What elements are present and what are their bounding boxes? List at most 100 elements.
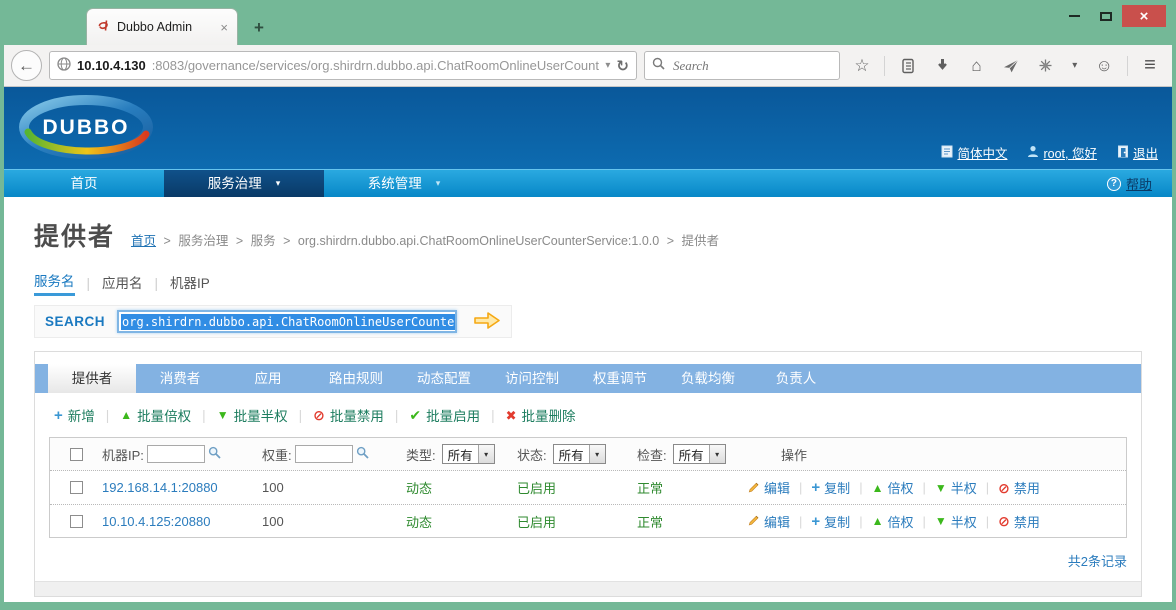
select-all-checkbox[interactable] (70, 448, 83, 461)
breadcrumb: 首页 > 服务治理 > 服务 > org.shirdrn.dubbo.api.C… (131, 230, 719, 249)
panel-tabs: 提供者 消费者 应用 路由规则 动态配置 访问控制 权重调节 负载均衡 负责人 (35, 364, 1141, 393)
batch-double-weight-button[interactable]: ▲批量倍权 (120, 405, 191, 425)
browser-search-box[interactable] (644, 51, 840, 80)
caret-down-icon: ▾ (436, 170, 441, 197)
new-tab-button[interactable]: + (244, 17, 274, 41)
magnifier-icon[interactable] (356, 446, 369, 462)
panel-tab-consumers[interactable]: 消费者 (136, 364, 224, 393)
tab-title: Dubbo Admin (117, 20, 214, 34)
check-filter-label: 检查: (637, 445, 667, 464)
language-link[interactable]: 简体中文 (941, 143, 1007, 162)
reload-icon[interactable]: ↻ (616, 57, 629, 75)
type-filter-select[interactable]: 所有▾ (442, 444, 495, 464)
back-button[interactable]: ← (11, 50, 42, 81)
arrow-up-icon: ▲ (120, 409, 132, 421)
double-weight-link[interactable]: ▲倍权 (872, 512, 914, 531)
maximize-button[interactable] (1090, 5, 1122, 27)
weight-filter-input[interactable] (295, 445, 353, 463)
copy-link[interactable]: +复制 (811, 478, 850, 497)
service-search-input[interactable]: org.shirdrn.dubbo.api.ChatRoomOnlineUser… (117, 310, 457, 333)
provider-status: 已启用 (517, 478, 637, 497)
home-icon[interactable]: ⌂ (965, 56, 989, 76)
edit-link[interactable]: 编辑 (747, 478, 790, 497)
bookmarks-list-icon[interactable] (896, 58, 920, 74)
browser-tab[interactable]: Dubbo Admin × (86, 8, 238, 45)
ip-filter-input[interactable] (147, 445, 205, 463)
batch-actions-bar: +新增 | ▲批量倍权 | ▼批量半权 | ⊘批量禁用 | ✔批量启用 | ✖批… (35, 393, 1141, 437)
breadcrumb-home-link[interactable]: 首页 (131, 234, 156, 248)
add-button[interactable]: +新增 (54, 405, 95, 425)
maximize-icon (1100, 12, 1112, 21)
user-greeting: root, 您好 (1027, 143, 1097, 162)
bookmark-star-icon[interactable]: ☆ (850, 56, 874, 76)
addon-flower-icon[interactable] (1033, 58, 1057, 73)
disable-link[interactable]: ⊘禁用 (998, 478, 1040, 497)
ip-filter-label: 机器IP: (102, 445, 144, 464)
exit-door-icon (1117, 145, 1129, 161)
status-filter-select[interactable]: 所有▾ (553, 444, 606, 464)
batch-enable-button[interactable]: ✔批量启用 (409, 405, 480, 425)
search-type-tabs: 服务名 | 应用名 | 机器IP (34, 270, 1172, 296)
arrow-down-icon: ▼ (935, 515, 947, 527)
batch-disable-button[interactable]: ⊘批量禁用 (313, 405, 384, 425)
double-weight-link[interactable]: ▲倍权 (872, 478, 914, 497)
addon-dropdown-icon[interactable]: ▾ (1068, 60, 1082, 71)
select-arrow-icon: ▾ (709, 445, 725, 463)
batch-half-weight-button[interactable]: ▼批量半权 (217, 405, 288, 425)
menu-icon[interactable]: ≡ (1138, 54, 1162, 77)
arrow-up-icon: ▲ (872, 515, 884, 527)
provider-ip-link[interactable]: 10.10.4.125:20880 (102, 514, 210, 529)
downloads-icon[interactable] (930, 58, 954, 73)
search-go-button[interactable] (473, 310, 501, 334)
minimize-button[interactable] (1058, 5, 1090, 27)
main-nav: 首页 服务治理 ▾ 系统管理 ▾ ? 帮助 (4, 169, 1172, 197)
check-filter-select[interactable]: 所有▾ (673, 444, 726, 464)
question-icon: ? (1107, 177, 1121, 191)
panel-tab-owner[interactable]: 负责人 (752, 364, 840, 393)
disable-link[interactable]: ⊘禁用 (998, 512, 1040, 531)
edit-link[interactable]: 编辑 (747, 512, 790, 531)
copy-link[interactable]: +复制 (811, 512, 850, 531)
url-path: :8083/governance/services/org.shirdrn.du… (152, 58, 600, 73)
nav-item-home[interactable]: 首页 (4, 170, 164, 197)
action-separator: | (202, 408, 206, 423)
panel-tab-loadbalance[interactable]: 负载均衡 (664, 364, 752, 393)
panel-tab-weight[interactable]: 权重调节 (576, 364, 664, 393)
toolbar-icons: ☆ ⌂ ▾ ☺ ≡ (847, 54, 1165, 77)
row-checkbox[interactable] (70, 515, 83, 528)
magnifier-icon[interactable] (208, 446, 221, 462)
tab-machine-ip[interactable]: 机器IP (170, 272, 210, 295)
pencil-icon (747, 513, 760, 529)
tab-service-name[interactable]: 服务名 (34, 270, 75, 296)
dubbo-favicon-icon (96, 18, 111, 36)
browser-search-input[interactable] (671, 57, 832, 75)
forbidden-icon: ⊘ (998, 514, 1010, 528)
panel-tab-routes[interactable]: 路由规则 (312, 364, 400, 393)
help-link[interactable]: ? 帮助 (1107, 174, 1152, 193)
url-bar[interactable]: 10.10.4.130:8083/governance/services/org… (49, 51, 637, 80)
logout-link[interactable]: 退出 (1117, 143, 1158, 162)
providers-table: 机器IP: 权重: 类型: (49, 437, 1127, 538)
panel-tab-providers[interactable]: 提供者 (48, 364, 136, 393)
panel-tab-access[interactable]: 访问控制 (488, 364, 576, 393)
half-weight-link[interactable]: ▼半权 (935, 512, 977, 531)
panel-tab-applications[interactable]: 应用 (224, 364, 312, 393)
nav-item-governance[interactable]: 服务治理 ▾ (164, 170, 324, 197)
feedback-smiley-icon[interactable]: ☺ (1092, 56, 1116, 76)
provider-weight: 100 (262, 480, 406, 495)
share-plane-icon[interactable] (999, 59, 1023, 73)
tab-close-icon[interactable]: × (220, 20, 228, 35)
batch-delete-button[interactable]: ✖批量删除 (506, 405, 576, 425)
half-weight-link[interactable]: ▼半权 (935, 478, 977, 497)
nav-item-system[interactable]: 系统管理 ▾ (324, 170, 484, 197)
dubbo-logo[interactable]: DUBBO (10, 92, 162, 164)
toolbar-separator (884, 56, 885, 76)
provider-status: 已启用 (517, 512, 637, 531)
close-button[interactable]: × (1122, 5, 1166, 27)
row-checkbox[interactable] (70, 481, 83, 494)
window-titlebar: Dubbo Admin × + × (4, 0, 1172, 45)
provider-ip-link[interactable]: 192.168.14.1:20880 (102, 480, 218, 495)
panel-tab-overrides[interactable]: 动态配置 (400, 364, 488, 393)
tab-application-name[interactable]: 应用名 (102, 272, 143, 295)
url-dropdown-icon[interactable]: ▾ (605, 60, 610, 71)
